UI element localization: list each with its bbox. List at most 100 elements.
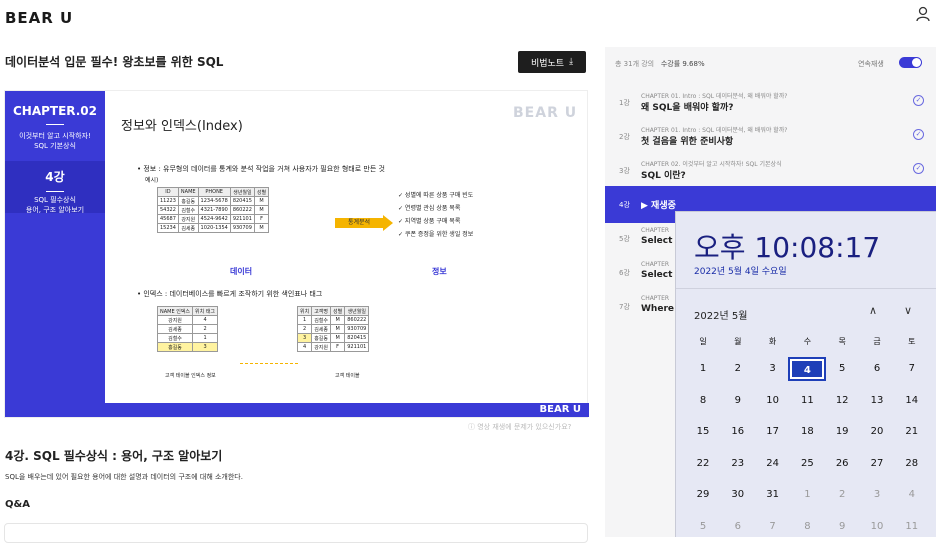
calendar-day[interactable]: 1 [790, 485, 824, 505]
check-item: ✓ 지역별 상품 구매 목록 [398, 218, 461, 225]
lecture-chapter: CHAPTER 02. 이것부터 알고 시작하자! SQL 기본상식 [641, 161, 782, 168]
calendar-day[interactable]: 11 [895, 517, 929, 537]
table-cell: 김철수 [177, 205, 199, 215]
calendar-day[interactable]: 16 [721, 422, 755, 442]
lecture-title: ▶ 재생중 [641, 201, 676, 211]
calendar-day[interactable]: 18 [790, 422, 824, 442]
course-title: 데이터분석 입문 필수! 왕초보를 위한 SQL [5, 55, 224, 69]
next-month-icon[interactable]: ∨ [904, 304, 912, 317]
calendar-day[interactable]: 31 [756, 485, 790, 505]
calendar-day[interactable]: 6 [860, 359, 894, 379]
lecture-number: 6강 [619, 269, 630, 277]
calendar-day[interactable]: 13 [860, 391, 894, 411]
table-cell: 김세종 [156, 324, 194, 334]
logo[interactable]: BEAR U [5, 9, 73, 27]
calendar-day[interactable]: 4 [895, 485, 929, 505]
user-icon[interactable] [916, 6, 930, 22]
calendar-day[interactable]: 26 [825, 454, 859, 474]
slide-watermark: BEAR U [513, 105, 578, 121]
lecture-item[interactable]: 3강 CHAPTER 02. 이것부터 알고 시작하자! SQL 기본상식 SQL … [605, 152, 936, 189]
qa-box[interactable] [4, 523, 588, 543]
table-cell: 45687 [157, 214, 179, 224]
lecture-slide[interactable]: CHAPTER.02 이것부터 알고 시작하자! SQL 기본상식 4강 SQL… [4, 90, 589, 418]
table-cell: 홍길동 [311, 333, 332, 343]
slide-footer: BEAR U [5, 403, 589, 417]
table-header-row: 위치 고객명 성별 생년월일 [296, 306, 370, 316]
calendar-day[interactable]: 3 [756, 359, 790, 379]
slide-side-panel: CHAPTER.02 이것부터 알고 시작하자! SQL 기본상식 4강 SQL… [5, 91, 105, 403]
calendar-day[interactable]: 27 [860, 454, 894, 474]
index-caption: 고객 테이블 인덱스 정보 [165, 373, 216, 379]
table-cell: 921101 [229, 214, 255, 224]
calendar-day[interactable]: 10 [860, 517, 894, 537]
prev-month-icon[interactable]: ∧ [869, 304, 877, 317]
lecture-number: 4강 [45, 170, 65, 184]
calendar-day[interactable]: 23 [721, 454, 755, 474]
check-item: ✓ 연령별 관심 상품 목록 [398, 205, 461, 212]
table-header: PHONE [197, 187, 231, 197]
calendar-day[interactable]: 10 [756, 391, 790, 411]
table-row: 홍길동 3 [156, 342, 219, 352]
table-header: 성별 [330, 306, 346, 316]
calendar-day[interactable]: 5 [686, 517, 720, 537]
calendar-day[interactable]: 29 [686, 485, 720, 505]
report-link[interactable]: ⓘ 영상 재생에 문제가 있으신가요? [468, 422, 571, 432]
lecture-title: 왜 SQL을 배워야 할까? [641, 103, 734, 113]
table-cell: 921101 [344, 342, 370, 352]
calendar-day[interactable]: 28 [895, 454, 929, 474]
customer-table: 위치 고객명 성별 생년월일 1 김철수 M 860222 2 김세종 M 930709 3 홍길동 M 82… [296, 306, 370, 352]
table-cell: 4 [296, 342, 313, 352]
download-icon: ⤓ [569, 57, 574, 67]
calendar-day[interactable]: 22 [686, 454, 720, 474]
lecture-number: 4강 [619, 201, 630, 209]
table-cell: 홍길동 [177, 196, 199, 206]
table-row: 김세종 2 [156, 324, 219, 334]
customer-caption: 고객 테이블 [335, 373, 360, 379]
calendar-day[interactable]: 21 [895, 422, 929, 442]
table-row: 11223 홍길동 1234-5678 820415 M [157, 196, 270, 206]
calendar-day[interactable]: 24 [756, 454, 790, 474]
calendar-day[interactable]: 6 [721, 517, 755, 537]
lecture-item[interactable]: 1강 CHAPTER 01. Intro : SQL 데이터분석, 왜 배워야 할… [605, 84, 936, 121]
note-download-button[interactable]: 비법노트 ⤓ [518, 51, 586, 73]
table-cell: M [253, 205, 270, 215]
table-cell: 1020-1354 [197, 223, 231, 233]
clock-date[interactable]: 2022년 5월 4일 수요일 [694, 264, 787, 277]
calendar-day[interactable]: 12 [825, 391, 859, 411]
table-header: NAME [177, 187, 199, 197]
calendar-day[interactable]: 8 [790, 517, 824, 537]
calendar-day[interactable]: 25 [790, 454, 824, 474]
table-cell: 930709 [229, 223, 255, 233]
calendar-day[interactable]: 9 [825, 517, 859, 537]
calendar-day[interactable]: 11 [790, 391, 824, 411]
lecture-item[interactable]: 2강 CHAPTER 01. Intro : SQL 데이터분석, 왜 배워야 할… [605, 118, 936, 155]
calendar-month[interactable]: 2022년 5월 [694, 307, 747, 322]
lecture-number: 5강 [619, 235, 630, 243]
table-cell: F [330, 342, 346, 352]
calendar-day[interactable]: 5 [825, 359, 859, 379]
calendar-day[interactable]: 17 [756, 422, 790, 442]
calendar-day[interactable]: 20 [860, 422, 894, 442]
check-circle-icon: ✓ [913, 95, 924, 106]
calendar-day[interactable]: 15 [686, 422, 720, 442]
lecture-chapter: CHAPTER [641, 227, 670, 234]
table-cell: M [253, 223, 270, 233]
calendar-day[interactable]: 8 [686, 391, 720, 411]
calendar-day[interactable]: 1 [686, 359, 720, 379]
table-row: 2 김세종 M 930709 [296, 324, 370, 334]
table-header: 위치 [296, 306, 313, 316]
calendar-day[interactable]: 14 [895, 391, 929, 411]
calendar-day[interactable]: 19 [825, 422, 859, 442]
calendar-day[interactable]: 7 [756, 517, 790, 537]
table-cell: 김세종 [311, 324, 332, 334]
calendar-day[interactable]: 7 [895, 359, 929, 379]
table-row: 4 강지원 F 921101 [296, 342, 370, 352]
calendar-day[interactable]: 30 [721, 485, 755, 505]
calendar-day[interactable]: 3 [860, 485, 894, 505]
calendar-day[interactable]: 9 [721, 391, 755, 411]
calendar-day[interactable]: 2 [825, 485, 859, 505]
calendar-day[interactable]: 2 [721, 359, 755, 379]
calendar-day-today[interactable]: 4 [788, 357, 827, 381]
continuous-toggle[interactable] [899, 57, 922, 68]
table-row: 강지원 4 [156, 315, 219, 325]
